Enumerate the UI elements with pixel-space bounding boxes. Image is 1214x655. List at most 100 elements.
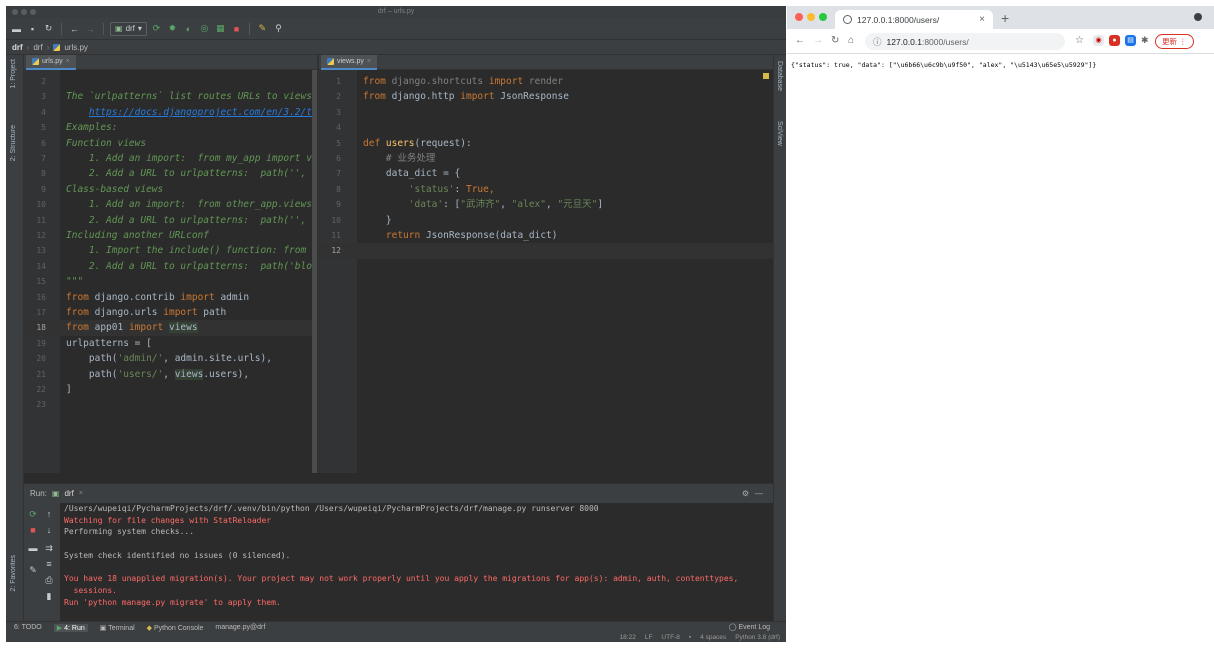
screenshot-extension-icon[interactable]: ▤ <box>1125 35 1136 46</box>
concurrency-icon[interactable]: ▦ <box>214 22 227 35</box>
left-code-editor[interactable]: 2 3 The `urlpatterns` list routes URLs to … <box>24 70 317 473</box>
structure-tool-tab[interactable]: 2: Structure <box>10 125 17 161</box>
line-number[interactable]: 12 <box>24 228 46 243</box>
back-button[interactable]: ← <box>795 35 805 46</box>
minimize-dot[interactable] <box>807 13 815 21</box>
code-line[interactable]: 16 from django.contrib import admin <box>24 290 317 305</box>
code-line[interactable]: 10 } <box>319 213 773 228</box>
line-number[interactable]: 5 <box>319 136 341 151</box>
line-number[interactable]: 6 <box>319 151 341 166</box>
line-number[interactable]: 7 <box>24 151 46 166</box>
lock-icon[interactable]: ▪ <box>689 634 691 641</box>
code-line[interactable]: 4 https://docs.djangoproject.com/en/3.2/… <box>24 105 317 120</box>
breadcrumb-project[interactable]: drf <box>12 43 23 52</box>
reload-button[interactable]: ↻ <box>831 35 839 46</box>
code-line[interactable]: 1 from django.shortcuts import render <box>319 74 773 89</box>
forward-button[interactable]: → <box>813 35 823 46</box>
line-number[interactable]: 8 <box>24 166 46 181</box>
line-number[interactable]: 7 <box>319 166 341 181</box>
debug-icon[interactable]: ✹ <box>166 22 179 35</box>
line-number[interactable]: 21 <box>24 367 46 382</box>
puzzle-icon[interactable]: ✱ <box>1141 35 1149 46</box>
tab-search-icon[interactable] <box>1194 13 1202 21</box>
code-line[interactable]: 8 2. Add a URL to urlpatterns: path('', … <box>24 166 317 181</box>
code-line[interactable]: 6 Function views <box>24 136 317 151</box>
line-number[interactable]: 14 <box>24 259 46 274</box>
indent-setting[interactable]: 4 spaces <box>700 634 726 641</box>
code-line[interactable]: 23 <box>24 397 317 412</box>
stop-icon[interactable]: ■ <box>28 525 38 535</box>
close-icon[interactable]: × <box>66 58 70 65</box>
inspection-marker[interactable] <box>763 73 769 79</box>
pin-icon[interactable]: ✎ <box>28 565 38 575</box>
soft-wrap-icon[interactable]: ⇉ <box>44 543 54 553</box>
code-line[interactable]: 17 from django.urls import path <box>24 305 317 320</box>
line-number[interactable]: 2 <box>319 89 341 104</box>
new-tab-button[interactable]: + <box>1001 10 1009 26</box>
code-line[interactable]: 11 return JsonResponse(data_dict) <box>319 228 773 243</box>
breadcrumb-folder[interactable]: drf <box>33 43 42 52</box>
code-line[interactable]: 19 urlpatterns = [ <box>24 336 317 351</box>
right-code-editor[interactable]: 1 from django.shortcuts import render 2 fro… <box>319 70 773 473</box>
home-button[interactable]: ⌂ <box>848 35 854 46</box>
info-icon[interactable]: ⓘ <box>873 36 882 48</box>
file-encoding[interactable]: UTF-8 <box>661 634 679 641</box>
manage-py-tab[interactable]: manage.py@drf <box>215 624 265 631</box>
close-icon[interactable]: × <box>79 490 83 497</box>
tab-views-py[interactable]: views.py × <box>321 55 377 70</box>
line-number[interactable]: 9 <box>319 197 341 212</box>
line-number[interactable]: 23 <box>24 397 46 412</box>
adblock-icon[interactable]: ● <box>1109 35 1120 46</box>
code-line[interactable]: 2 from django.http import JsonResponse <box>319 89 773 104</box>
code-line[interactable]: 9 'data': ["武沛齐", "alex", "元旦天"] <box>319 197 773 212</box>
line-number[interactable]: 2 <box>24 74 46 89</box>
code-line[interactable]: 21 path('users/', views.users), <box>24 367 317 382</box>
line-number[interactable]: 22 <box>24 382 46 397</box>
line-number[interactable]: 20 <box>24 351 46 366</box>
scroll-down-icon[interactable]: ↓ <box>44 525 54 535</box>
line-number[interactable]: 3 <box>319 105 341 120</box>
code-line[interactable]: 9 Class-based views <box>24 182 317 197</box>
terminal-tab[interactable]: ▣ Terminal <box>100 624 135 632</box>
code-line[interactable]: 14 2. Add a URL to urlpatterns: path('bl… <box>24 259 317 274</box>
profile-icon[interactable]: ◎ <box>198 22 211 35</box>
stop-icon[interactable]: ■ <box>230 22 243 35</box>
line-number[interactable]: 11 <box>319 228 341 243</box>
code-line[interactable]: 12 <box>319 243 773 259</box>
code-line[interactable]: 2 <box>24 74 317 89</box>
run-icon[interactable]: ⟳ <box>150 22 163 35</box>
line-number[interactable]: 10 <box>24 197 46 212</box>
extension-icon[interactable]: ◉ <box>1093 35 1104 46</box>
line-number[interactable]: 4 <box>24 105 46 120</box>
update-button[interactable]: 更新 ⋮ <box>1155 34 1194 49</box>
forward-icon[interactable]: → <box>84 22 97 35</box>
scrollbar[interactable] <box>312 70 317 473</box>
line-number[interactable]: 1 <box>319 74 341 89</box>
line-number[interactable]: 6 <box>24 136 46 151</box>
save-icon[interactable]: ▪ <box>26 22 39 35</box>
code-line[interactable]: 10 1. Add an import: from other_app.view… <box>24 197 317 212</box>
database-tool-tab[interactable]: Database <box>776 61 783 91</box>
print-icon[interactable]: ⎙ <box>44 575 54 585</box>
coverage-icon[interactable]: ◐ <box>182 22 195 35</box>
line-number[interactable]: 15 <box>24 274 46 289</box>
code-line[interactable]: 5 def users(request): <box>319 136 773 151</box>
line-number[interactable]: 5 <box>24 120 46 135</box>
close-dot[interactable] <box>795 13 803 21</box>
back-icon[interactable]: ← <box>68 22 81 35</box>
line-number[interactable]: 19 <box>24 336 46 351</box>
code-line[interactable]: 8 'status': True, <box>319 182 773 197</box>
code-line[interactable]: 11 2. Add a URL to urlpatterns: path('',… <box>24 213 317 228</box>
sync-icon[interactable]: ↻ <box>42 22 55 35</box>
folder-icon[interactable]: ▬ <box>10 22 23 35</box>
line-number[interactable]: 13 <box>24 243 46 258</box>
minimize-icon[interactable]: — <box>755 489 763 498</box>
line-number[interactable]: 17 <box>24 305 46 320</box>
wrench-icon[interactable]: ✎ <box>256 22 269 35</box>
sciview-tool-tab[interactable]: SciView <box>776 121 783 146</box>
code-line[interactable]: 5 Examples: <box>24 120 317 135</box>
maximize-dot[interactable] <box>30 9 36 15</box>
interpreter[interactable]: Python 3.8 (drf) <box>735 634 780 641</box>
line-number[interactable]: 3 <box>24 89 46 104</box>
trash-icon[interactable]: ▮ <box>44 591 54 601</box>
